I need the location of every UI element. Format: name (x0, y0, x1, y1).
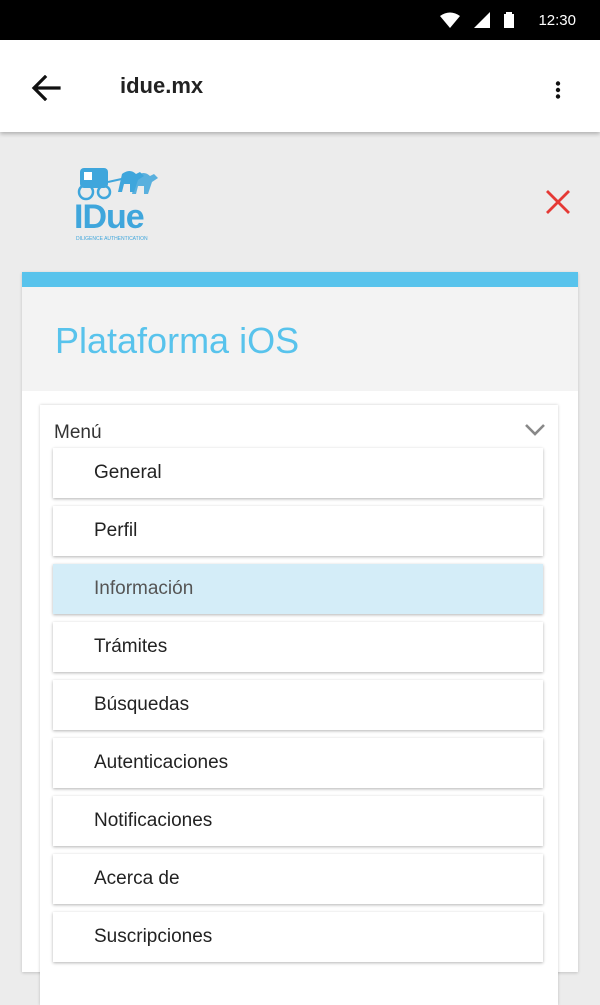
panel-accent-bar (22, 272, 578, 287)
logo-text: IDue (74, 198, 145, 236)
menu-item-busquedas[interactable]: Búsquedas (53, 680, 543, 730)
logo-tagline: DILIGENCE AUTHENTICATION (76, 236, 148, 242)
menu-item-label: Autenticaciones (94, 752, 229, 773)
app-bar: idue.mx (0, 40, 600, 132)
menu-item-label: Búsquedas (94, 694, 190, 715)
idue-logo: IDue DILIGENCE AUTHENTICATION (74, 164, 160, 242)
menu-list: General Perfil Información Trámites Búsq… (53, 448, 543, 970)
menu-dropdown-toggle[interactable]: Menú (40, 405, 558, 449)
menu-item-label: Trámites (94, 636, 168, 657)
menu-item-suscripciones[interactable]: Suscripciones (53, 912, 543, 962)
menu-item-general[interactable]: General (53, 448, 543, 498)
close-button[interactable] (540, 184, 576, 220)
panel-header: Plataforma iOS (22, 287, 578, 391)
close-icon (546, 190, 570, 214)
menu-item-acerca-de[interactable]: Acerca de (53, 854, 543, 904)
status-bar: 12:30 (0, 0, 600, 40)
menu-item-informacion[interactable]: Información (53, 564, 543, 614)
more-options-button[interactable] (538, 70, 578, 110)
wifi-icon (440, 12, 461, 28)
menu-label: Menú (54, 422, 102, 443)
back-button[interactable] (24, 66, 68, 110)
battery-icon (504, 12, 515, 28)
platform-panel: Plataforma iOS Menú General Perfil Infor… (22, 272, 578, 1005)
menu-item-label: Notificaciones (94, 810, 213, 831)
menu-card: Menú General Perfil Información Trámites… (40, 405, 558, 1005)
more-vert-icon (555, 81, 561, 99)
panel-title: Plataforma iOS (55, 320, 300, 361)
menu-item-notificaciones[interactable]: Notificaciones (53, 796, 543, 846)
menu-item-label: General (94, 462, 162, 483)
status-time: 12:30 (538, 11, 576, 29)
menu-item-label: Suscripciones (94, 926, 213, 947)
signal-icon (474, 12, 491, 28)
page-content: IDue DILIGENCE AUTHENTICATION Plataforma… (0, 132, 600, 1005)
menu-item-label: Perfil (94, 520, 138, 541)
carriage-icon (77, 168, 158, 201)
menu-item-autenticaciones[interactable]: Autenticaciones (53, 738, 543, 788)
menu-item-tramites[interactable]: Trámites (53, 622, 543, 672)
page-title: idue.mx (120, 73, 204, 98)
chevron-down-icon (525, 424, 545, 436)
menu-item-label: Acerca de (94, 868, 180, 889)
menu-item-perfil[interactable]: Perfil (53, 506, 543, 556)
menu-item-label: Información (94, 578, 194, 599)
arrow-left-icon (31, 75, 61, 101)
